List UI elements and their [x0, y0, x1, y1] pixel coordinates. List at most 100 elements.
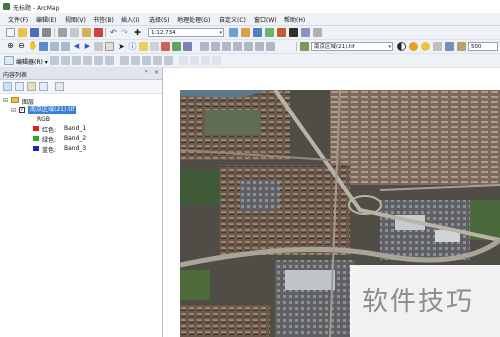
line-color-icon[interactable]: [233, 42, 242, 51]
zoom-in-icon[interactable]: ⊕: [6, 42, 15, 51]
zoom-out-icon[interactable]: ⊖: [17, 42, 26, 51]
text-tool-icon[interactable]: [211, 42, 220, 51]
create-features-icon[interactable]: [164, 56, 173, 65]
menu-file[interactable]: 文件(F): [8, 15, 28, 24]
auto-adjust-icon[interactable]: [212, 56, 221, 65]
layer-combo[interactable]: 南京区域(21).tif ▾: [311, 42, 393, 51]
end-point-arc-icon[interactable]: [83, 56, 92, 65]
redo-icon[interactable]: ↷: [120, 28, 129, 37]
menu-bookmarks[interactable]: 书签(B): [93, 15, 114, 24]
menu-view[interactable]: 视图(V): [65, 15, 86, 24]
transparency-icon[interactable]: [433, 42, 442, 51]
list-by-drawing-order-icon[interactable]: [3, 82, 12, 91]
georef-tool-icon[interactable]: [255, 42, 264, 51]
attributes-icon[interactable]: [142, 56, 151, 65]
pan-icon[interactable]: ✋: [28, 42, 38, 51]
list-by-selection-icon[interactable]: [39, 82, 48, 91]
editor-menu[interactable]: 编辑器(R) ▾: [16, 57, 48, 66]
undo-icon[interactable]: ↶: [109, 28, 118, 37]
list-by-source-icon[interactable]: [15, 82, 24, 91]
table-of-contents-icon[interactable]: [241, 28, 250, 37]
sun-icon[interactable]: [421, 42, 430, 51]
search-window-icon[interactable]: [265, 28, 274, 37]
fixed-zoom-in-icon[interactable]: [50, 42, 59, 51]
menu-geoprocessing[interactable]: 地理处理(G): [177, 15, 210, 24]
go-forward-icon[interactable]: ▶: [83, 42, 92, 51]
layer-name-selected[interactable]: 南京区域(21).tif: [28, 106, 77, 114]
clear-selection-icon[interactable]: [105, 42, 114, 51]
delete-icon[interactable]: [94, 28, 103, 37]
contrast-icon[interactable]: [397, 42, 406, 51]
trace-icon[interactable]: [94, 56, 103, 65]
new-document-icon[interactable]: [6, 28, 15, 37]
identify-icon[interactable]: ⓘ: [128, 42, 137, 51]
list-by-visibility-icon[interactable]: [27, 82, 36, 91]
swipe-icon[interactable]: [445, 42, 454, 51]
rotate-tool-icon[interactable]: [266, 42, 275, 51]
arctoolbox-icon[interactable]: [277, 28, 286, 37]
window-title: 无标题 - ArcMap: [13, 5, 60, 12]
straight-segment-icon[interactable]: [72, 56, 81, 65]
catalog-icon[interactable]: [253, 28, 262, 37]
fixed-zoom-out-icon[interactable]: [61, 42, 70, 51]
link-table-icon[interactable]: [201, 56, 210, 65]
select-features-icon[interactable]: [94, 42, 103, 51]
menu-customize[interactable]: 自定义(C): [219, 15, 246, 24]
draw-tool-icon[interactable]: [200, 42, 209, 51]
python-window-icon[interactable]: [289, 28, 298, 37]
save-icon[interactable]: [30, 28, 39, 37]
watermark-overlay: 软件技巧: [350, 265, 500, 337]
collapse-icon[interactable]: ⊟: [11, 107, 16, 114]
paste-icon[interactable]: [82, 28, 91, 37]
fill-color-icon[interactable]: [222, 42, 231, 51]
go-back-icon[interactable]: ◀: [72, 42, 81, 51]
help-pointer-icon[interactable]: [313, 28, 322, 37]
collapse-icon[interactable]: ⊟: [3, 97, 8, 104]
flicker-rate-input[interactable]: 500: [468, 42, 498, 51]
open-folder-icon[interactable]: [18, 28, 27, 37]
menu-help[interactable]: 帮助(H): [284, 15, 305, 24]
layers-folder-icon: [11, 97, 19, 103]
hyperlink-icon[interactable]: [161, 42, 170, 51]
editor-toolbar-icon[interactable]: [229, 28, 238, 37]
flicker-icon[interactable]: [457, 42, 466, 51]
add-data-icon[interactable]: ✚: [133, 28, 142, 37]
menu-insert[interactable]: 插入(I): [121, 15, 139, 24]
full-extent-icon[interactable]: [39, 42, 48, 51]
menu-windows[interactable]: 窗口(W): [254, 15, 277, 24]
brightness-icon[interactable]: [409, 42, 418, 51]
toc-toolbar: [0, 80, 162, 94]
measure-icon[interactable]: [150, 42, 159, 51]
time-slider-icon[interactable]: [183, 42, 192, 51]
model-builder-icon[interactable]: [301, 28, 310, 37]
georef-icon[interactable]: [179, 56, 188, 65]
edit-annotation-icon[interactable]: [61, 56, 70, 65]
red-band-value: Band_1: [64, 125, 87, 132]
split-icon[interactable]: [120, 56, 129, 65]
font-color-icon[interactable]: [244, 42, 253, 51]
close-icon[interactable]: ×: [154, 69, 159, 76]
layer-combo-value: 南京区域(21).tif: [314, 44, 355, 50]
html-popup-icon[interactable]: [172, 42, 181, 51]
map-scale-combo[interactable]: 1:12,734 ▾: [148, 28, 224, 37]
menu-edit[interactable]: 编辑(E): [36, 15, 56, 24]
sketch-properties-icon[interactable]: [153, 56, 162, 65]
add-control-points-icon[interactable]: [190, 56, 199, 65]
rotate-icon[interactable]: [131, 56, 140, 65]
layers-group-label[interactable]: 图层: [22, 97, 34, 106]
find-icon[interactable]: [139, 42, 148, 51]
pin-icon[interactable]: ᵖ: [145, 69, 148, 76]
point-icon[interactable]: [105, 56, 114, 65]
copy-icon[interactable]: [70, 28, 79, 37]
print-icon[interactable]: [42, 28, 51, 37]
watermark-text: 软件技巧: [362, 287, 475, 317]
green-band-swatch: [33, 136, 39, 141]
toc-title: 内容列表: [3, 72, 28, 79]
menu-bar: 文件(F) 编辑(E) 视图(V) 书签(B) 插入(I) 选择(S) 地理处理…: [0, 13, 500, 26]
edit-tool-icon[interactable]: [50, 56, 59, 65]
cut-icon[interactable]: [58, 28, 67, 37]
select-elements-icon[interactable]: ➤: [117, 42, 126, 51]
options-icon[interactable]: [55, 82, 64, 91]
layer-visibility-checkbox[interactable]: ✓: [19, 107, 25, 113]
menu-selection[interactable]: 选择(S): [149, 15, 170, 24]
